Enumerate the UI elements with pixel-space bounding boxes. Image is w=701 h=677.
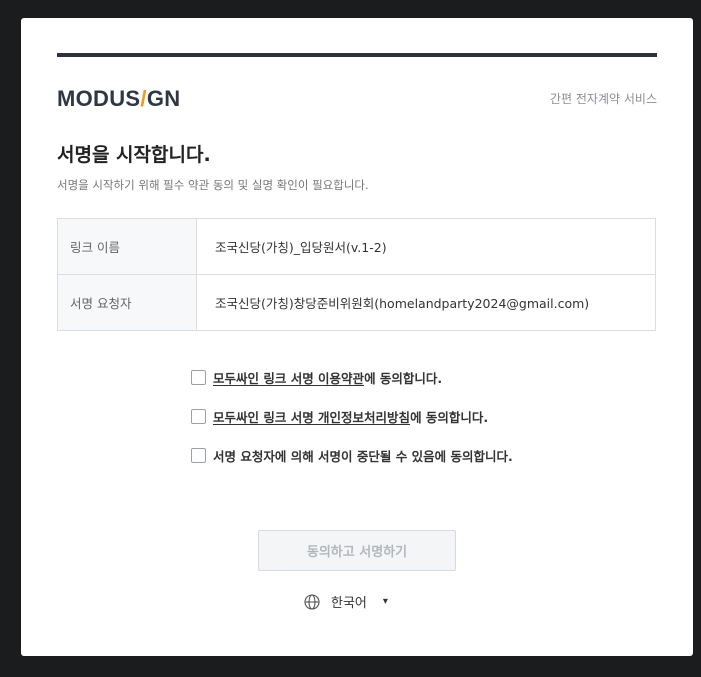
agree-privacy-checkbox[interactable] <box>191 409 206 424</box>
sign-info-table: 링크 이름 조국신당(가칭)_입당원서(v.1-2) 서명 요청자 조국신당(가… <box>57 218 656 331</box>
agree-privacy-item[interactable]: 모두싸인 링크 서명 개인정보처리방침 에 동의합니다. <box>191 407 488 426</box>
link-name-value: 조국신당(가칭)_입당원서(v.1-2) <box>196 218 656 275</box>
language-label: 한국어 <box>331 596 367 611</box>
terms-link[interactable]: 모두싸인 링크 서명 이용약관 <box>213 368 364 387</box>
privacy-policy-link[interactable]: 모두싸인 링크 서명 개인정보처리방침 <box>213 407 410 426</box>
agree-interruption-item[interactable]: 서명 요청자에 의해 서명이 중단될 수 있음에 동의합니다. <box>191 446 513 465</box>
page-title: 서명을 시작합니다. <box>57 144 211 166</box>
sign-start-modal: MODUS/GN 간편 전자계약 서비스 서명을 시작합니다. 서명을 시작하기… <box>21 18 693 656</box>
chevron-down-icon: ▾ <box>382 596 388 607</box>
agree-interruption-text: 서명 요청자에 의해 서명이 중단될 수 있음에 동의합니다. <box>213 449 513 464</box>
requester-label: 서명 요청자 <box>57 274 197 331</box>
agree-interruption-checkbox[interactable] <box>191 448 206 463</box>
globe-icon <box>304 593 320 610</box>
agree-terms-suffix: 에 동의합니다. <box>364 371 443 386</box>
agree-privacy-suffix: 에 동의합니다. <box>410 410 489 425</box>
modusign-logo: MODUS/GN <box>57 86 181 111</box>
header-divider <box>57 53 657 57</box>
service-tagline: 간편 전자계약 서비스 <box>550 92 657 106</box>
table-row: 링크 이름 조국신당(가칭)_입당원서(v.1-2) <box>57 218 656 275</box>
language-selector[interactable]: 한국어 ▾ <box>304 592 388 611</box>
page-subtitle: 서명을 시작하기 위해 필수 약관 동의 및 실명 확인이 필요합니다. <box>57 178 369 192</box>
table-row: 서명 요청자 조국신당(가칭)창당준비위원회(homelandparty2024… <box>57 274 656 331</box>
requester-value: 조국신당(가칭)창당준비위원회(homelandparty2024@gmail.… <box>196 274 656 331</box>
agree-and-sign-button[interactable]: 동의하고 서명하기 <box>258 530 456 571</box>
link-name-label: 링크 이름 <box>57 218 197 275</box>
agree-terms-item[interactable]: 모두싸인 링크 서명 이용약관 에 동의합니다. <box>191 368 442 387</box>
agree-terms-checkbox[interactable] <box>191 370 206 385</box>
